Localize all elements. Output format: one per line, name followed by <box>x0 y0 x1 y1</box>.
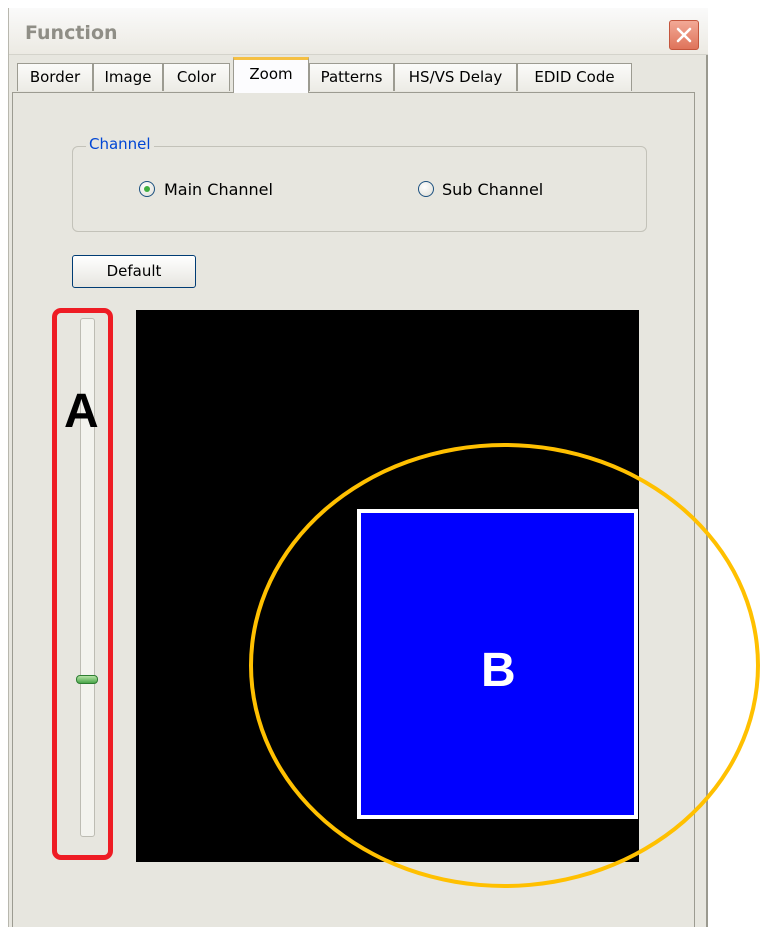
default-button[interactable]: Default <box>72 255 196 288</box>
tab-edid-code[interactable]: EDID Code <box>517 63 632 91</box>
tab-image[interactable]: Image <box>93 63 163 91</box>
annotation-a-label: A <box>64 385 99 438</box>
annotation-b-label: B <box>481 644 516 697</box>
main-channel-label[interactable]: Main Channel <box>164 180 273 199</box>
window-title: Function <box>25 22 118 44</box>
close-button[interactable] <box>669 20 699 50</box>
tab-zoom[interactable]: Zoom <box>233 57 309 93</box>
screenshot-stage: Function Border Image Color Zoom Pattern… <box>0 0 766 927</box>
radio-selected-dot <box>144 186 150 192</box>
channel-groupbox <box>72 146 647 232</box>
close-icon <box>676 27 692 43</box>
sub-channel-radio[interactable] <box>418 181 434 197</box>
main-channel-radio[interactable] <box>139 181 155 197</box>
sub-channel-label[interactable]: Sub Channel <box>442 180 543 199</box>
tab-patterns[interactable]: Patterns <box>309 63 394 91</box>
tab-border[interactable]: Border <box>17 63 93 91</box>
channel-group-legend: Channel <box>86 135 154 153</box>
title-bar[interactable]: Function <box>9 8 708 55</box>
tab-hs-vs-delay[interactable]: HS/VS Delay <box>394 63 517 91</box>
tab-color[interactable]: Color <box>163 63 230 91</box>
